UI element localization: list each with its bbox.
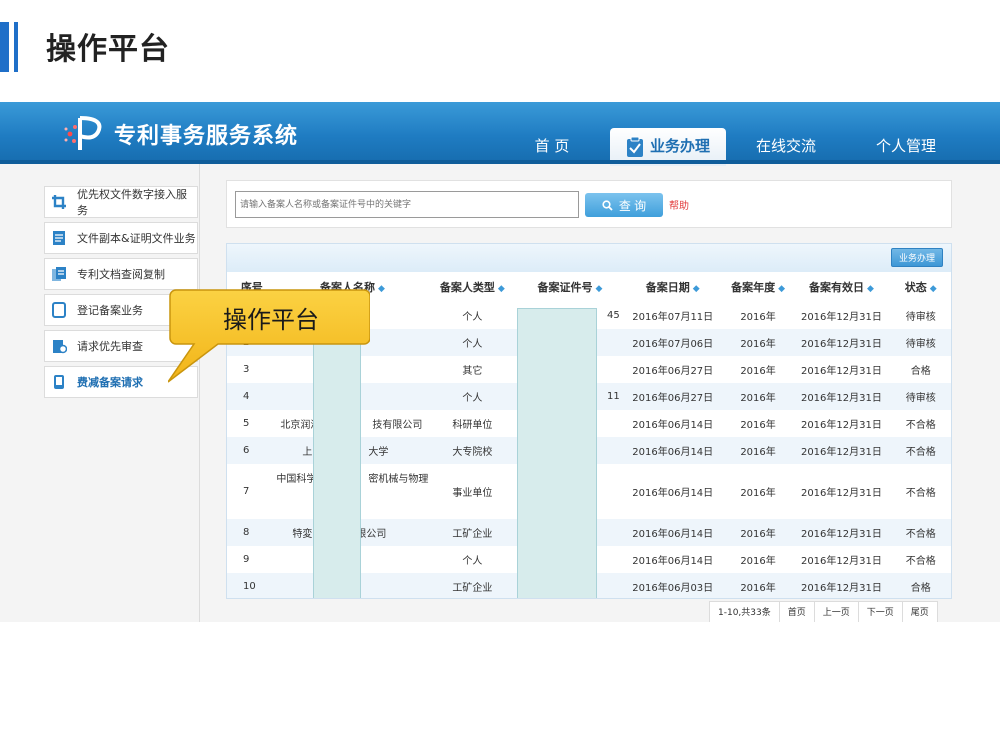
- col-cert[interactable]: 备案证件号 ◆: [516, 272, 624, 302]
- sidebar-item-label: 文件副本&证明文件业务: [77, 232, 196, 245]
- sidebar-item-label: 请求优先审查: [77, 340, 143, 353]
- help-link[interactable]: 帮助: [669, 197, 689, 212]
- sidebar-item-label: 专利文档查阅复制: [77, 268, 165, 281]
- app-title: 专利事务服务系统: [114, 124, 299, 149]
- sidebar-item-patent-query[interactable]: 专利文档查阅复制: [44, 258, 198, 290]
- search-panel: 查 询 帮助: [226, 180, 952, 228]
- documents-icon: [52, 267, 66, 281]
- clipboard-clock-icon: [53, 340, 67, 354]
- tablet-icon: [52, 302, 66, 318]
- sort-icon: ◆: [778, 284, 785, 294]
- search-icon: [602, 199, 613, 211]
- col-date[interactable]: 备案日期 ◆: [623, 272, 722, 302]
- sidebar: 优先权文件数字接入服务 文件副本&证明文件业务 专利文档查阅复制 登记备案业务 …: [30, 164, 200, 622]
- top-navigation-bar: 专利事务服务系统 首 页 业务办理 在线交流 个人管理: [0, 102, 1000, 166]
- sidebar-item-document-copy[interactable]: 文件副本&证明文件业务: [44, 222, 198, 254]
- sort-icon: ◆: [866, 284, 874, 294]
- col-type[interactable]: 备案人类型 ◆: [428, 272, 517, 302]
- pagination: 1-10,共33条 首页 上一页 下一页 尾页: [709, 601, 938, 622]
- sidebar-item-label: 优先权文件数字接入服务: [77, 188, 187, 217]
- slide-title: 操作平台: [46, 32, 170, 67]
- nav-home[interactable]: 首 页: [520, 128, 584, 164]
- search-input[interactable]: [235, 191, 579, 218]
- pagination-summary: 1-10,共33条: [710, 602, 780, 622]
- nav-personal[interactable]: 个人管理: [868, 128, 944, 164]
- pagination-first[interactable]: 首页: [780, 602, 815, 622]
- business-action-button[interactable]: 业务办理: [891, 248, 943, 267]
- slide-accent-bar: [0, 22, 9, 72]
- sidebar-item-label: 费减备案请求: [77, 376, 143, 389]
- nav-business-label: 业务办理: [649, 137, 710, 155]
- redaction-block-cert: [517, 308, 597, 598]
- clipboard-icon: [626, 136, 643, 157]
- sidebar-item-label: 登记备案业务: [77, 304, 143, 317]
- document-icon: [53, 231, 65, 245]
- sidebar-item-priority-digital[interactable]: 优先权文件数字接入服务: [44, 186, 198, 218]
- search-button[interactable]: 查 询: [585, 193, 663, 217]
- crop-icon: [52, 195, 66, 209]
- col-status[interactable]: 状态 ◆: [888, 272, 951, 302]
- pagination-last[interactable]: 尾页: [903, 602, 937, 622]
- sort-icon: ◆: [929, 284, 937, 294]
- search-button-label: 查 询: [618, 198, 647, 213]
- pagination-next[interactable]: 下一页: [859, 602, 903, 622]
- patent-logo-icon: [64, 116, 102, 150]
- sort-icon: ◆: [692, 284, 700, 294]
- mobile-icon: [54, 375, 64, 389]
- nav-online-chat[interactable]: 在线交流: [748, 128, 824, 164]
- col-year[interactable]: 备案年度 ◆: [721, 272, 795, 302]
- pagination-prev[interactable]: 上一页: [815, 602, 859, 622]
- sort-icon: ◆: [377, 284, 385, 294]
- col-valid[interactable]: 备案有效日 ◆: [794, 272, 889, 302]
- results-toolbar: 业务办理: [227, 244, 951, 272]
- app-window: 专利事务服务系统 首 页 业务办理 在线交流 个人管理 优先权文件数字接入服务 …: [0, 102, 1000, 622]
- sort-icon: ◆: [595, 284, 603, 294]
- sort-icon: ◆: [497, 284, 505, 294]
- callout-text: 操作平台: [223, 306, 319, 334]
- slide-accent-bar-thin: [14, 22, 18, 72]
